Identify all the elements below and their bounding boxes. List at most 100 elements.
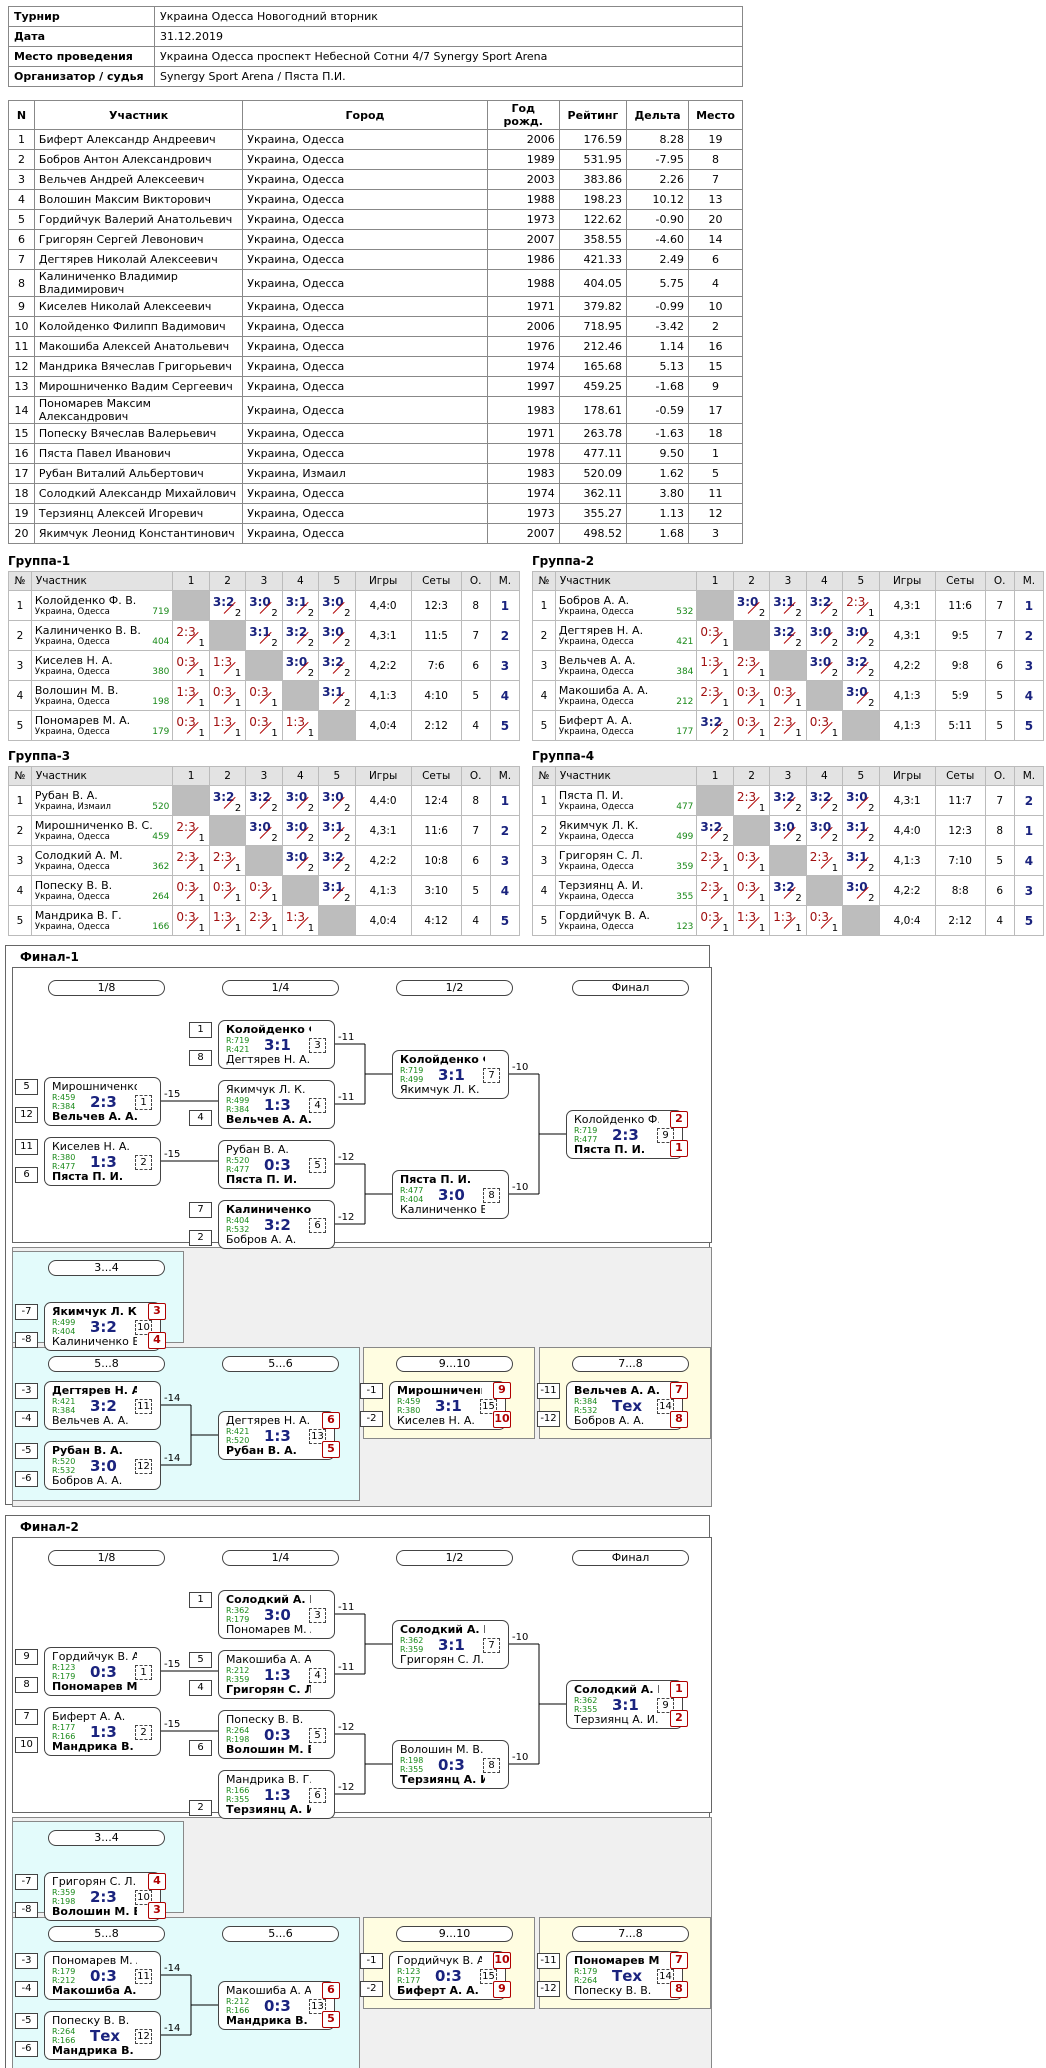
match-player-1: Григорян С. Л. xyxy=(52,1875,137,1888)
match-player-1: Попеску В. В. xyxy=(52,2014,130,2027)
final-place: 3 xyxy=(148,1902,166,1919)
match-player-2: Пономарев М. А. xyxy=(226,1623,311,1636)
seed-number: 4 xyxy=(189,1680,212,1696)
match-player-1: Макошиба А. А. xyxy=(226,1984,311,1997)
final-place: 8 xyxy=(670,1981,688,1998)
match-box[interactable]: Григорян С. Л. R:359 R:198 2:3 Волошин М. В.… xyxy=(44,1872,161,1921)
match-score: 1:3 xyxy=(264,1786,291,1804)
match-player-2: Мандрика В. Г. xyxy=(52,2044,137,2057)
match-player-2: Волошин М. В. xyxy=(52,1905,137,1918)
match-score: 3:0 xyxy=(264,1606,291,1624)
loser-destination: -10 xyxy=(512,1752,529,1763)
match-score: 1:3 xyxy=(264,1666,291,1684)
loser-destination: -11 xyxy=(338,1602,355,1613)
match-number: 1 xyxy=(135,1665,152,1680)
match-player-1: Гордийчук В. А. xyxy=(397,1954,482,1967)
seed-number: 7 xyxy=(15,1709,38,1725)
match-player-1: Солодкий А. М. xyxy=(226,1593,311,1606)
match-box[interactable]: Волошин М. В. R:198 R:355 0:3 Терзиянц А. И.… xyxy=(392,1740,509,1789)
match-player-1: Пономарев М. А. xyxy=(52,1954,137,1967)
match-score: 0:3 xyxy=(90,1967,117,1985)
match-player-2: Терзиянц А. И. xyxy=(400,1773,485,1786)
match-number: 11 xyxy=(135,1969,152,1984)
match-score: Тех xyxy=(612,1967,643,1985)
match-player-1: Солодкий А. М. xyxy=(400,1623,485,1636)
seed-number: -1 xyxy=(360,1953,383,1969)
match-rating-1: R:362 xyxy=(574,1696,598,1705)
match-box[interactable]: Солодкий А. М.R:362R:3593:1Григорян С. Л… xyxy=(392,1620,509,1669)
seed-number: 8 xyxy=(15,1677,38,1693)
match-player-1: Попеску В. В. xyxy=(226,1713,304,1726)
seed-number: 6 xyxy=(189,1740,212,1756)
match-rating-1: R:166 xyxy=(226,1786,250,1795)
match-box[interactable]: Солодкий А. М.R:362R:3553:1Терзиянц А. И… xyxy=(566,1680,683,1729)
match-rating-1: R:123 xyxy=(397,1967,421,1976)
seed-number: -11 xyxy=(537,1953,560,1969)
match-rating-1: R:264 xyxy=(52,2027,76,2036)
match-box[interactable]: Мандрика В. Г. R:166 R:355 1:3 Терзиянц А. И… xyxy=(218,1770,335,1819)
loser-destination: -10 xyxy=(512,1632,529,1643)
match-score: 3:1 xyxy=(438,1636,465,1654)
match-score: 1:3 xyxy=(90,1723,117,1741)
tournament-page: Турнир Украина Одесса Новогодний вторник Д… xyxy=(0,0,1046,2068)
seed-number: -2 xyxy=(360,1981,383,1997)
match-score: Тех xyxy=(90,2027,121,2045)
match-number: 5 xyxy=(309,1728,326,1743)
match-box[interactable]: Попеску В. В.R:264R:166ТехМандрика В. Г.… xyxy=(44,2011,161,2060)
match-number: 6 xyxy=(309,1788,326,1803)
loser-destination: -15 xyxy=(164,1719,181,1730)
match-score: 0:3 xyxy=(264,1997,291,2015)
seed-number: -3 xyxy=(15,1953,38,1969)
match-rating-1: R:264 xyxy=(226,1726,250,1735)
final-place: 7 xyxy=(670,1952,688,1969)
match-player-2: Волошин М. В. xyxy=(226,1743,311,1756)
match-score: 0:3 xyxy=(264,1726,291,1744)
match-player-2: Мандрика В. Г. xyxy=(52,1740,137,1753)
seed-number: -12 xyxy=(537,1981,560,1997)
loser-destination: -14 xyxy=(164,1963,181,1974)
final-place: 4 xyxy=(148,1873,166,1890)
match-player-2: Макошиба А. А. xyxy=(52,1984,137,1997)
match-rating-1: R:212 xyxy=(226,1666,250,1675)
match-box[interactable]: Пономарев М. А.R:179R:2120:3Макошиба А. … xyxy=(44,1951,161,2000)
match-player-2: Григорян С. Л. xyxy=(400,1653,485,1666)
seed-number: 2 xyxy=(189,1800,212,1816)
match-box[interactable]: Биферт А. А.R:177R:1661:3Мандрика В. Г.2 xyxy=(44,1707,161,1756)
seed-number: 10 xyxy=(15,1737,38,1753)
final-place: 6 xyxy=(322,1982,340,1999)
match-box[interactable]: Макошиба А. А.R:212R:1660:3Мандрика В. Г… xyxy=(218,1981,335,2030)
seed-number: -8 xyxy=(15,1902,38,1918)
match-player-1: Волошин М. В. xyxy=(400,1743,484,1756)
match-player-1: Пономарев М. А. xyxy=(574,1954,659,1967)
match-box[interactable]: Гордийчук В. А.R:123R:1790:3Пономарев М.… xyxy=(44,1647,161,1696)
match-score: 0:3 xyxy=(90,1663,117,1681)
final-place: 2 xyxy=(670,1710,688,1727)
match-player-2: Попеску В. В. xyxy=(574,1984,652,1997)
match-player-1: Гордийчук В. А. xyxy=(52,1650,137,1663)
seed-number: 9 xyxy=(15,1649,38,1665)
match-box[interactable]: Попеску В. В. R:264 R:198 0:3 Волошин М. В. 5 xyxy=(218,1710,335,1759)
loser-destination: -12 xyxy=(338,1722,355,1733)
match-box[interactable]: Гордийчук В. А. R:123 R:177 0:3 Биферт А. А.… xyxy=(389,1951,506,2000)
seed-number: -4 xyxy=(15,1981,38,1997)
match-player-2: Терзиянц А. И. xyxy=(226,1803,311,1816)
match-rating-1: R:123 xyxy=(52,1663,76,1672)
final-place: 9 xyxy=(493,1981,511,1998)
match-player-1: Солодкий А. М. xyxy=(574,1683,659,1696)
match-number: 3 xyxy=(309,1608,326,1623)
match-box[interactable]: Макошиба А. А. R:212 R:359 1:3 Григорян С. Л… xyxy=(218,1650,335,1699)
match-number: 8 xyxy=(483,1758,500,1773)
match-box[interactable]: Пономарев М. А.R:179R:264ТехПопеску В. В… xyxy=(566,1951,683,2000)
loser-destination: -14 xyxy=(164,2023,181,2034)
seed-number: 5 xyxy=(189,1652,212,1668)
match-rating-1: R:362 xyxy=(226,1606,250,1615)
match-box[interactable]: Солодкий А. М.R:362R:1793:0Пономарев М. … xyxy=(218,1590,335,1639)
match-player-1: Мандрика В. Г. xyxy=(226,1773,311,1786)
match-player-2: Мандрика В. Г. xyxy=(226,2014,311,2027)
match-player-1: Биферт А. А. xyxy=(52,1710,126,1723)
match-score: 0:3 xyxy=(435,1967,462,1985)
seed-number: -5 xyxy=(15,2013,38,2029)
match-number: 7 xyxy=(483,1638,500,1653)
match-rating-1: R:198 xyxy=(400,1756,424,1765)
match-rating-1: R:179 xyxy=(52,1967,76,1976)
